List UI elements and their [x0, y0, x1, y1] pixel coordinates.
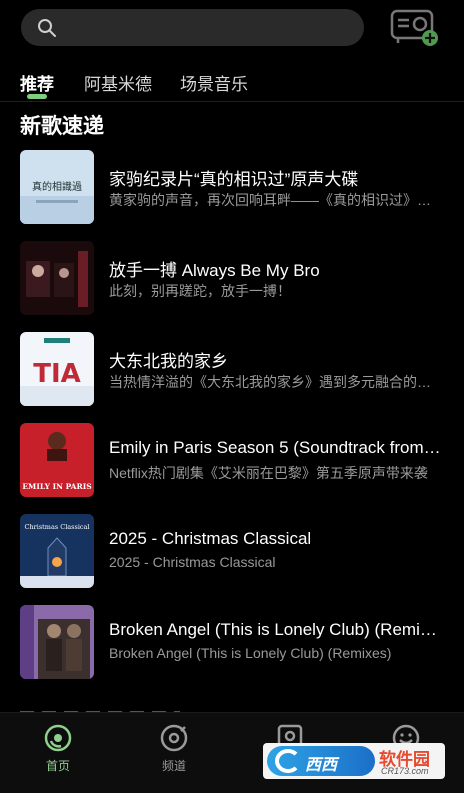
release-subtitle: 黄家驹的声音，再次回响耳畔——《真的相识过》原声大碟	[109, 192, 444, 208]
release-subtitle: Netflix热门剧集《艾米丽在巴黎》第五季原声带来袭	[109, 465, 428, 481]
album-cover: Christmas Classical	[20, 514, 94, 588]
album-cover	[20, 241, 94, 315]
tab-recommended[interactable]: 推荐	[20, 70, 54, 95]
nav-home[interactable]: 首页	[28, 723, 88, 783]
watermark-logo: 西西	[267, 746, 375, 776]
list-item[interactable]: Christmas Classical 2025 - Christmas Cla…	[0, 512, 464, 588]
top-bar	[0, 0, 464, 58]
cover-title-text: Christmas Classical	[24, 523, 89, 531]
cover-title-text: 真的相識過	[32, 180, 82, 193]
channel-disc-icon	[160, 724, 188, 752]
nav-channel[interactable]: 频道	[144, 723, 204, 783]
release-title: 放手一搏 Always Be My Bro	[109, 261, 320, 280]
album-cover: TIA	[20, 332, 94, 406]
release-title: 2025 - Christmas Classical	[109, 529, 312, 548]
album-cover	[20, 605, 94, 679]
watermark-url: CR173.com	[381, 766, 429, 776]
list-item[interactable]: 放手一搏 Always Be My Bro 此刻，别再蹉跎，放手一搏！	[0, 239, 464, 315]
list-item[interactable]: 真的相識過 家驹纪录片“真的相识过”原声大碟 黄家驹的声音，再次回响耳畔——《真…	[0, 148, 464, 224]
release-title: Emily in Paris Season 5 (Soundtrack from…	[109, 438, 444, 457]
category-tabs: 推荐 阿基米德 场景音乐	[0, 68, 464, 102]
release-subtitle: 此刻，别再蹉跎，放手一搏！	[109, 283, 291, 299]
list-item[interactable]: EMILY IN PARIS Emily in Paris Season 5 (…	[0, 421, 464, 497]
search-input[interactable]	[21, 9, 364, 46]
active-tab-indicator	[27, 94, 47, 99]
tab-scene-music[interactable]: 场景音乐	[180, 70, 248, 95]
album-cover: EMILY IN PARIS	[20, 423, 94, 497]
nav-home-label: 首页	[45, 759, 70, 773]
search-icon	[38, 19, 56, 37]
site-watermark: 西西 软件园 CR173.com	[263, 743, 445, 779]
watermark-logo-text: 西西	[305, 757, 338, 774]
release-title: Broken Angel (This is Lonely Club) (Remi…	[109, 620, 444, 639]
list-item[interactable]: Broken Angel (This is Lonely Club) (Remi…	[0, 603, 464, 679]
release-title: 大东北我的家乡	[109, 352, 228, 371]
release-subtitle: 2025 - Christmas Classical	[109, 554, 276, 570]
add-device-icon[interactable]	[390, 9, 440, 49]
tabs-divider	[0, 101, 464, 102]
watermark-c-icon	[275, 749, 301, 773]
nav-channel-label: 频道	[161, 759, 186, 773]
release-subtitle: Broken Angel (This is Lonely Club) (Remi…	[109, 645, 392, 661]
cover-title-text: TIA	[33, 359, 81, 389]
tab-archimedes[interactable]: 阿基米德	[84, 70, 152, 95]
section-title: 新歌速递	[20, 115, 104, 138]
release-title: 家驹纪录片“真的相识过”原声大碟	[109, 170, 359, 189]
album-cover: 真的相識過	[20, 150, 94, 224]
cover-title-text: EMILY IN PARIS	[22, 482, 91, 491]
list-item[interactable]: TIA 大东北我的家乡 当热情洋溢的《大东北我的家乡》遇到多元融合的音乐	[0, 330, 464, 406]
release-subtitle: 当热情洋溢的《大东北我的家乡》遇到多元融合的音乐	[109, 374, 444, 390]
home-disc-icon	[44, 724, 72, 752]
